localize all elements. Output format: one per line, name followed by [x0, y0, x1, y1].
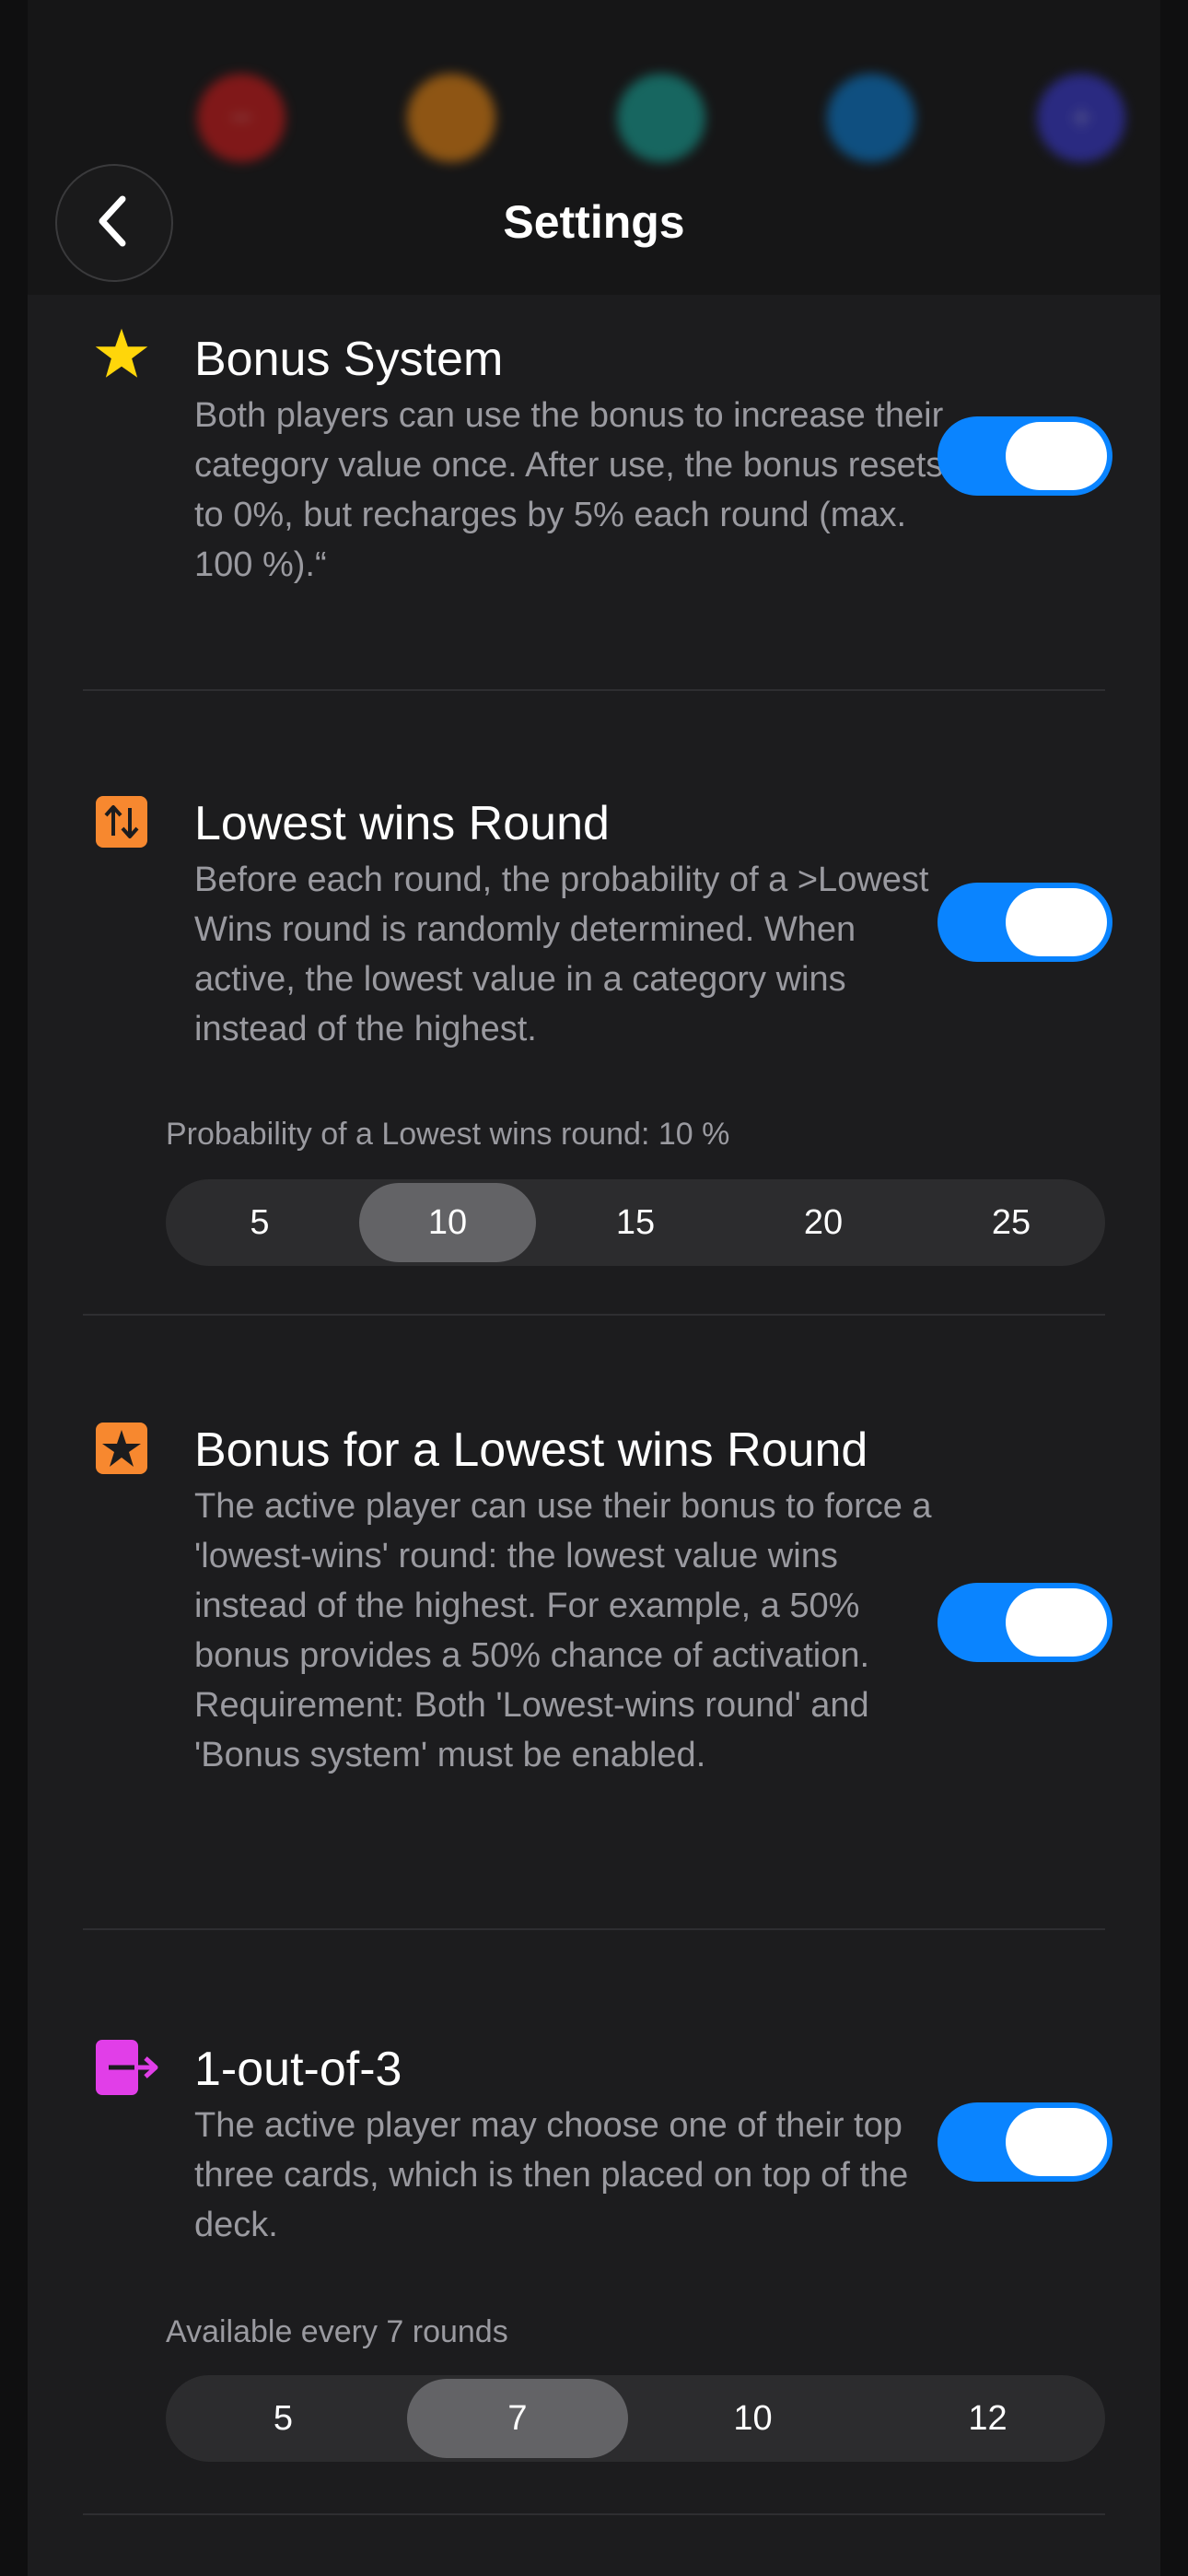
rounds-segmented-control[interactable]: 5 7 10 12 — [166, 2375, 1105, 2462]
option-25[interactable]: 25 — [917, 1179, 1105, 1266]
option-20[interactable]: 20 — [729, 1179, 917, 1266]
divider — [83, 1314, 1105, 1316]
setting-description: Before each round, the probability of a … — [194, 861, 929, 1048]
setting-lowest-wins-round: Lowest wins Round Before each round, the… — [28, 774, 1160, 1317]
header-bar: − + — [28, 0, 1160, 295]
one-out-of-three-toggle[interactable] — [938, 2102, 1112, 2182]
option-10-selected[interactable]: 10 — [359, 1183, 536, 1262]
teal-dot — [617, 74, 705, 162]
option-12[interactable]: 12 — [870, 2375, 1105, 2462]
toggle-knob — [1006, 888, 1107, 956]
orange-dot — [407, 74, 495, 162]
toggle-knob — [1006, 2108, 1107, 2176]
probability-segmented-control[interactable]: 5 10 15 20 25 — [166, 1179, 1105, 1266]
setting-bonus-lowest-wins: Bonus for a Lowest wins Round The active… — [28, 1400, 1160, 1930]
blue-dot — [827, 74, 915, 162]
setting-title: Bonus for a Lowest wins Round — [194, 1423, 868, 1477]
arrows-up-down-icon — [94, 794, 149, 849]
divider — [83, 2513, 1105, 2515]
setting-bonus-system: Bonus System Both players can use the bo… — [28, 313, 1160, 691]
divider — [83, 689, 1105, 691]
toggle-knob — [1006, 1588, 1107, 1657]
setting-title: Lowest wins Round — [194, 797, 610, 850]
option-5[interactable]: 5 — [166, 1179, 354, 1266]
option-15[interactable]: 15 — [542, 1179, 729, 1266]
availability-label: Available every 7 rounds — [166, 2314, 508, 2349]
lowest-wins-toggle[interactable] — [938, 883, 1112, 962]
setting-description: The active player may choose one of thei… — [194, 2106, 909, 2244]
setting-description: The active player can use their bonus to… — [194, 1487, 932, 1774]
option-7-selected[interactable]: 7 — [407, 2379, 628, 2458]
setting-one-out-of-three: 1-out-of-3 The active player may choose … — [28, 2018, 1160, 2515]
star-square-icon — [94, 1421, 149, 1476]
option-5[interactable]: 5 — [166, 2375, 401, 2462]
page-title: Settings — [503, 196, 685, 248]
setting-title: Bonus System — [194, 333, 504, 386]
divider — [83, 1928, 1105, 1930]
star-icon — [94, 326, 149, 381]
indigo-dot: + — [1037, 74, 1125, 162]
bonus-system-toggle[interactable] — [938, 416, 1112, 496]
probability-label: Probability of a Lowest wins round: 10 % — [166, 1117, 730, 1152]
toggle-knob — [1006, 422, 1107, 490]
bonus-lowest-wins-toggle[interactable] — [938, 1583, 1112, 1662]
option-10[interactable]: 10 — [635, 2375, 870, 2462]
card-arrow-right-icon — [94, 2040, 160, 2095]
red-dot: − — [197, 74, 285, 162]
setting-title: 1-out-of-3 — [194, 2043, 402, 2096]
setting-description: Both players can use the bonus to increa… — [194, 396, 944, 584]
